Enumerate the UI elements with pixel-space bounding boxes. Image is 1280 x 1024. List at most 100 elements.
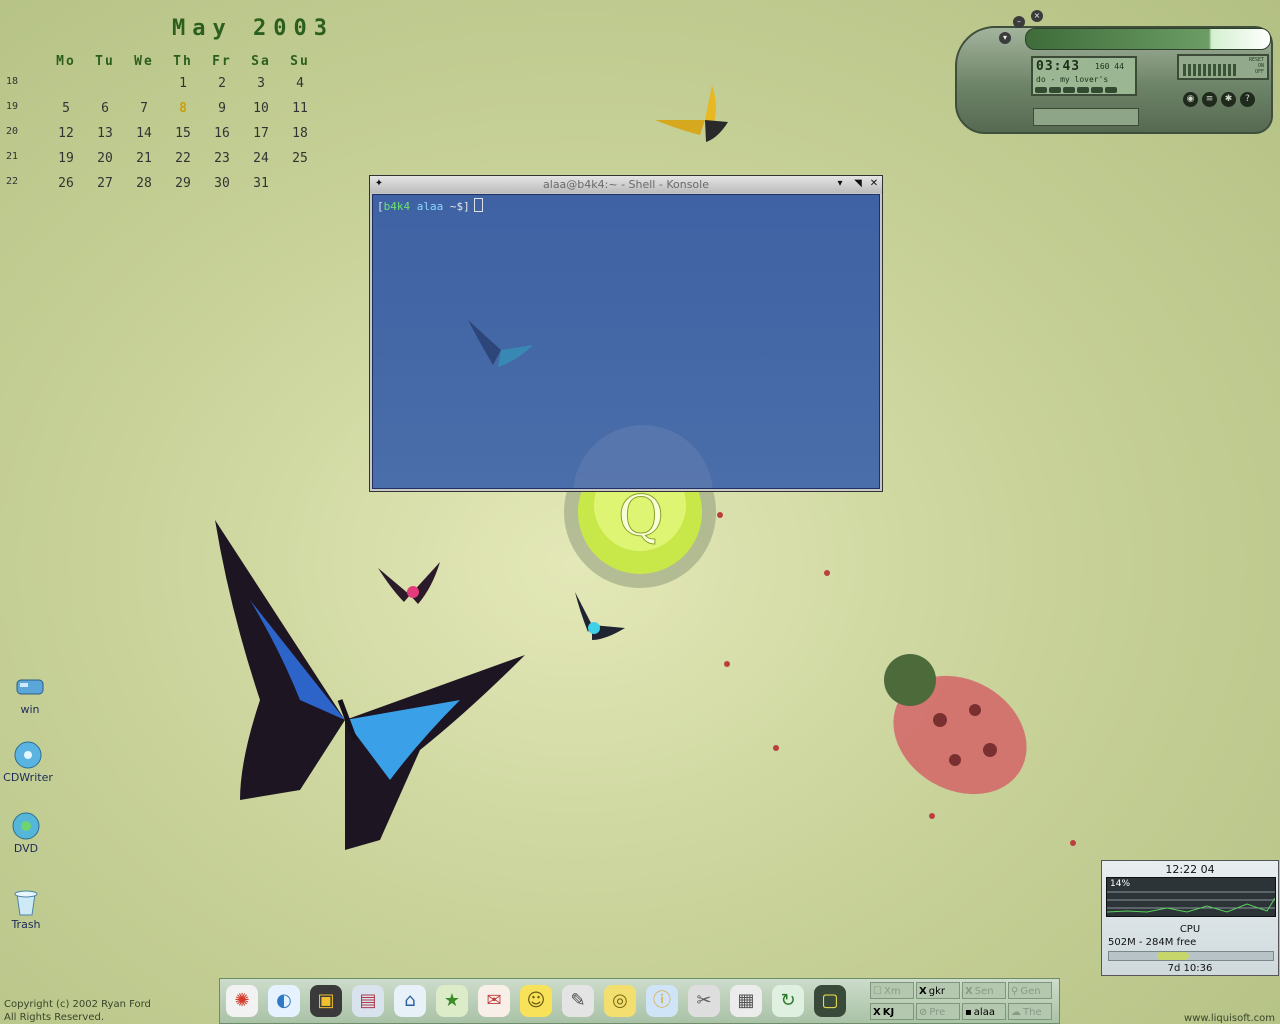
calendar-day[interactable]: 21: [125, 151, 163, 166]
mail-icon[interactable]: ✉: [478, 985, 510, 1017]
pause-icon[interactable]: [1077, 87, 1089, 93]
calendar-day[interactable]: 10: [242, 101, 280, 116]
terminal-area[interactable]: [b4k4 alaa ~$]: [372, 194, 880, 489]
player-song-title: do - my lover's: [1036, 75, 1109, 84]
calendar-day-header: Su: [290, 54, 310, 69]
gimp-icon[interactable]: ✂: [688, 985, 720, 1017]
task-button[interactable]: ☐ Xm: [870, 982, 914, 999]
task-button[interactable]: ⚲ Gen: [1008, 982, 1052, 999]
player-transport-controls: [1035, 87, 1117, 93]
kmenu-icon[interactable]: ✺: [226, 985, 258, 1017]
terminal-icon[interactable]: ▣: [310, 985, 342, 1017]
calendar-day[interactable]: 23: [203, 151, 241, 166]
cd-icon[interactable]: ◎: [604, 985, 636, 1017]
calendar-day[interactable]: 14: [125, 126, 163, 141]
calendar-day[interactable]: 4: [281, 76, 319, 91]
forward-icon[interactable]: [1091, 87, 1103, 93]
maximize-icon[interactable]: ◥: [851, 177, 865, 191]
eject-icon[interactable]: [1105, 87, 1117, 93]
terminal-wallpaper: [468, 320, 713, 488]
info-icon[interactable]: ⓘ: [646, 985, 678, 1017]
visualizer-bars: [1183, 64, 1237, 76]
desktop-icon-label: win: [20, 703, 40, 716]
konsole-titlebar[interactable]: ✦ alaa@b4k4:~ - Shell - Konsole ▾ ◥ ✕: [370, 176, 882, 193]
calendar-day[interactable]: 18: [281, 126, 319, 141]
calendar-day[interactable]: 1: [164, 76, 202, 91]
help-icon[interactable]: ?: [1240, 92, 1255, 107]
player-minimize-button[interactable]: –: [1013, 16, 1025, 28]
quick-launch: ✺ ◐ ▣ ▤ ⌂ ★ ✉ ☺ ✎ ◎ ⓘ ✂ ▦ ↻ ▢: [220, 979, 860, 1023]
calendar-day[interactable]: 27: [86, 176, 124, 191]
desktop-icon-trash[interactable]: Trash: [0, 886, 56, 931]
calendar-day[interactable]: 7: [125, 101, 163, 116]
close-icon[interactable]: ✕: [867, 177, 881, 191]
konqueror-icon[interactable]: ◐: [268, 985, 300, 1017]
player-status-text: RESET ON OFF: [1248, 57, 1264, 75]
desktop-icon-cdwriter[interactable]: CDWriter: [0, 741, 58, 784]
task-button[interactable]: ⊘ Pre: [916, 1003, 960, 1020]
minimize-icon[interactable]: ▾: [833, 177, 847, 191]
calendar-today[interactable]: 8: [164, 101, 202, 116]
calendar-day[interactable]: 11: [281, 101, 319, 116]
ladybug: [884, 654, 1027, 795]
calendar-day[interactable]: 13: [86, 126, 124, 141]
player-function-buttons: ◉ ≡ ✱ ?: [1183, 92, 1255, 107]
play-icon[interactable]: [1063, 87, 1075, 93]
task-button[interactable]: Xgkr: [916, 982, 960, 999]
update-icon[interactable]: ↻: [772, 985, 804, 1017]
calendar-day[interactable]: 31: [242, 176, 280, 191]
drive-icon: [16, 679, 44, 695]
player-close-button[interactable]: ×: [1031, 10, 1043, 22]
task-button[interactable]: X KJ: [870, 1003, 914, 1020]
calendar-day[interactable]: 17: [242, 126, 280, 141]
monitor-icon[interactable]: ▢: [814, 985, 846, 1017]
calendar-day[interactable]: 20: [86, 151, 124, 166]
media-player: ▾ – × 03:43 160 44 do - my lover's RESET…: [955, 8, 1273, 134]
task-button[interactable]: ▪ alaa: [962, 1003, 1006, 1020]
calendar-day-header: Sa: [251, 54, 271, 69]
calendar-day[interactable]: 5: [47, 101, 85, 116]
smiley-icon[interactable]: ☺: [520, 985, 552, 1017]
cyan-butterfly: [575, 592, 625, 640]
player-menu-button[interactable]: ▾: [999, 32, 1011, 44]
calendar-day[interactable]: 2: [203, 76, 241, 91]
calendar-week-number: 18: [6, 76, 19, 87]
calendar-day[interactable]: 28: [125, 176, 163, 191]
calendar-day[interactable]: 16: [203, 126, 241, 141]
headphones-icon[interactable]: ◉: [1183, 92, 1198, 107]
previous-icon[interactable]: [1035, 87, 1047, 93]
calendar-day[interactable]: 19: [47, 151, 85, 166]
calculator-icon[interactable]: ▦: [730, 985, 762, 1017]
shell-prompt: [b4k4 alaa ~$]: [377, 198, 483, 213]
calendar-day[interactable]: 22: [164, 151, 202, 166]
calendar-day[interactable]: 26: [47, 176, 85, 191]
desktop-icon-dvd[interactable]: DVD: [0, 812, 56, 855]
calendar-day[interactable]: 6: [86, 101, 124, 116]
player-seek-bar[interactable]: [1033, 108, 1139, 126]
star-icon[interactable]: ★: [436, 985, 468, 1017]
desktop-icon-label: Trash: [11, 918, 41, 931]
calendar-day[interactable]: 24: [242, 151, 280, 166]
calendar-week-row: 19 5 6 7 8 9 10 11: [0, 101, 340, 123]
home-icon[interactable]: ⌂: [394, 985, 426, 1017]
calendar-day[interactable]: 9: [203, 101, 241, 116]
control-center-icon[interactable]: ▤: [352, 985, 384, 1017]
desktop-icon-win[interactable]: win: [0, 673, 60, 716]
terminal-task-icon: ▪: [965, 1007, 972, 1018]
settings-icon[interactable]: ✱: [1221, 92, 1236, 107]
playlist-icon[interactable]: ≡: [1202, 92, 1217, 107]
calendar-week-row: 22 26 27 28 29 30 31: [0, 176, 340, 198]
tools-icon[interactable]: ✎: [562, 985, 594, 1017]
calendar-day-header: Mo: [56, 54, 76, 69]
pink-butterfly: [378, 562, 440, 604]
calendar-day[interactable]: 30: [203, 176, 241, 191]
calendar-day[interactable]: 25: [281, 151, 319, 166]
calendar-day[interactable]: 12: [47, 126, 85, 141]
calendar-day[interactable]: 3: [242, 76, 280, 91]
task-button[interactable]: X Sen: [962, 982, 1006, 999]
player-volume-bar[interactable]: [1025, 28, 1271, 50]
calendar-day[interactable]: 15: [164, 126, 202, 141]
task-button[interactable]: ☁ The: [1008, 1003, 1052, 1020]
rewind-icon[interactable]: [1049, 87, 1061, 93]
calendar-day[interactable]: 29: [164, 176, 202, 191]
